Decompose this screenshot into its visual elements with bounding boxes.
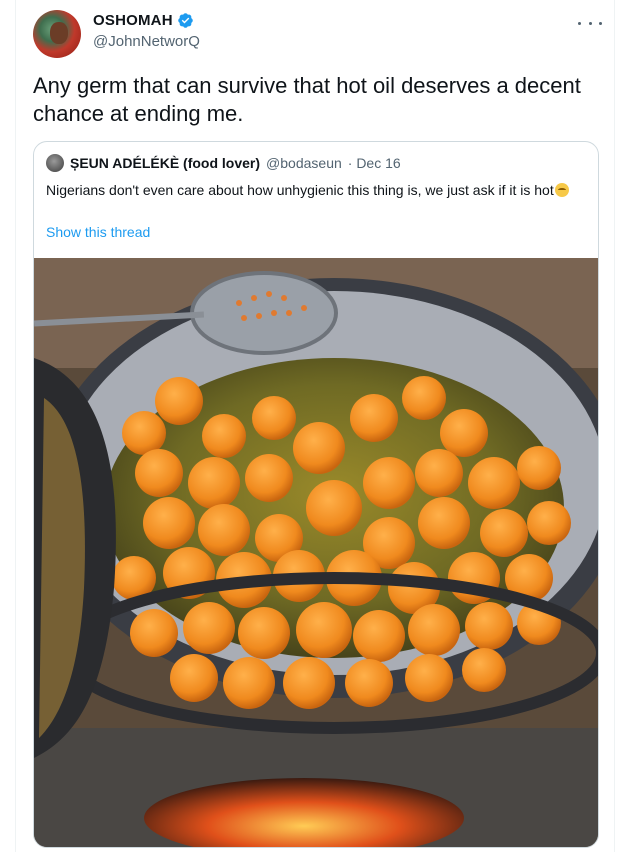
quoted-tweet[interactable]: ȘEUN ADÉLÉKÈ (food lover) @bodaseun · De… — [33, 141, 599, 848]
quoted-text-body: Nigerians don't even care about how unhy… — [46, 182, 554, 198]
avatar[interactable] — [33, 10, 81, 58]
quoted-handle[interactable]: @bodaseun — [266, 155, 342, 171]
tweet[interactable]: OSHOMAH @JohnNetworQ Any germ that can s… — [0, 0, 623, 852]
column-border-left — [15, 0, 16, 852]
more-icon[interactable] — [578, 16, 602, 30]
quoted-author-name[interactable]: ȘEUN ADÉLÉKÈ (food lover) — [70, 155, 260, 171]
quoted-date[interactable]: · Dec 16 — [348, 155, 401, 171]
verified-icon — [177, 13, 193, 28]
quoted-avatar[interactable] — [46, 154, 64, 172]
column-border-right — [614, 0, 615, 852]
quoted-text: Nigerians don't even care about how unhy… — [46, 180, 586, 200]
show-thread-link[interactable]: Show this thread — [46, 224, 150, 240]
quoted-header[interactable]: ȘEUN ADÉLÉKÈ (food lover) @bodaseun · De… — [46, 154, 401, 172]
tweet-text: Any germ that can survive that hot oil d… — [33, 73, 581, 126]
author-row[interactable]: OSHOMAH — [93, 12, 194, 29]
emoji-icon — [554, 183, 569, 197]
author-handle[interactable]: @JohnNetworQ — [93, 33, 200, 50]
quoted-photo[interactable] — [34, 258, 598, 847]
author-name[interactable]: OSHOMAH — [93, 12, 173, 29]
